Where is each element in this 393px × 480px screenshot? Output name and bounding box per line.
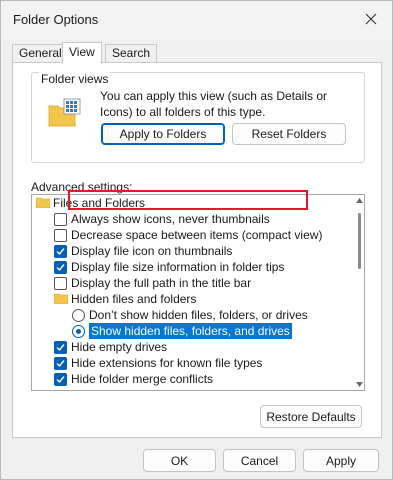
setting-label: Hidden files and folders bbox=[71, 292, 197, 306]
tree-folder: Files and Folders bbox=[32, 195, 352, 211]
setting-label: Always show icons, never thumbnails bbox=[71, 212, 270, 226]
scroll-down-icon[interactable] bbox=[356, 382, 363, 387]
tab-general[interactable]: General bbox=[12, 44, 69, 63]
setting-checkbox-row[interactable]: Always show icons, never thumbnails bbox=[32, 211, 352, 227]
setting-checkbox-row[interactable]: Hide extensions for known file types bbox=[32, 355, 352, 371]
checkbox-checked-icon[interactable] bbox=[54, 357, 67, 370]
setting-label: Display file size information in folder … bbox=[71, 260, 285, 274]
close-icon bbox=[365, 13, 377, 25]
vertical-scrollbar[interactable] bbox=[354, 195, 364, 390]
checkbox-checked-icon[interactable] bbox=[54, 245, 67, 258]
setting-label: Files and Folders bbox=[53, 196, 146, 210]
restore-defaults-button[interactable]: Restore Defaults bbox=[260, 405, 362, 428]
checkbox-icon[interactable] bbox=[54, 213, 67, 226]
folder-options-dialog: Folder Options General View Search Folde… bbox=[0, 0, 393, 480]
setting-label: Decrease space between items (compact vi… bbox=[71, 228, 323, 242]
setting-label: Display the full path in the title bar bbox=[71, 276, 252, 290]
checkbox-checked-icon[interactable] bbox=[54, 373, 67, 386]
setting-checkbox-row[interactable]: Decrease space between items (compact vi… bbox=[32, 227, 352, 243]
setting-checkbox-row[interactable]: Hide folder merge conflicts bbox=[32, 371, 352, 387]
folder-views-label: Folder views bbox=[39, 72, 111, 86]
window-title: Folder Options bbox=[13, 12, 99, 27]
dialog-footer: OK Cancel Apply bbox=[1, 442, 392, 480]
setting-radio-row[interactable]: Don’t show hidden files, folders, or dri… bbox=[32, 307, 352, 323]
setting-label: Display file icon on thumbnails bbox=[71, 244, 233, 258]
setting-checkbox-row[interactable]: Display the full path in the title bar bbox=[32, 275, 352, 291]
radio-selected-icon[interactable] bbox=[72, 325, 85, 338]
folder-icon bbox=[36, 197, 50, 208]
tree-folder: Hidden files and folders bbox=[32, 291, 352, 307]
setting-label: Don’t show hidden files, folders, or dri… bbox=[89, 308, 308, 322]
reset-folders-button[interactable]: Reset Folders bbox=[232, 123, 346, 145]
close-button[interactable] bbox=[358, 7, 384, 31]
checkbox-checked-icon[interactable] bbox=[54, 341, 67, 354]
title-bar: Folder Options bbox=[1, 1, 392, 39]
folder-icon bbox=[54, 293, 68, 304]
apply-to-folders-button[interactable]: Apply to Folders bbox=[101, 123, 225, 145]
checkbox-icon[interactable] bbox=[54, 229, 67, 242]
tab-search[interactable]: Search bbox=[105, 44, 158, 63]
scroll-up-icon[interactable] bbox=[356, 198, 363, 203]
setting-checkbox-row[interactable]: Display file icon on thumbnails bbox=[32, 243, 352, 259]
radio-icon[interactable] bbox=[72, 309, 85, 322]
apply-button[interactable]: Apply bbox=[303, 449, 379, 472]
setting-label: Hide extensions for known file types bbox=[71, 356, 263, 370]
checkbox-checked-icon[interactable] bbox=[54, 261, 67, 274]
view-tab-panel: Folder views You can apply this view (su… bbox=[12, 62, 382, 438]
setting-checkbox-row[interactable]: Display file size information in folder … bbox=[32, 259, 352, 275]
checkbox-icon[interactable] bbox=[54, 277, 67, 290]
setting-checkbox-row[interactable]: Hide empty drives bbox=[32, 339, 352, 355]
folder-views-group: Folder views You can apply this view (su… bbox=[31, 72, 365, 163]
folder-view-icon bbox=[48, 98, 81, 127]
ok-button[interactable]: OK bbox=[143, 449, 216, 472]
advanced-settings-label: Advanced settings: bbox=[31, 180, 133, 194]
setting-label: Hide folder merge conflicts bbox=[71, 372, 214, 386]
setting-label: Hide empty drives bbox=[71, 340, 168, 354]
folder-views-description: You can apply this view (such as Details… bbox=[100, 89, 328, 119]
setting-label: Show hidden files, folders, and drives bbox=[89, 323, 292, 339]
cancel-button[interactable]: Cancel bbox=[223, 449, 296, 472]
scroll-thumb[interactable] bbox=[358, 213, 361, 269]
tab-view[interactable]: View bbox=[62, 42, 102, 64]
setting-radio-row[interactable]: Show hidden files, folders, and drives bbox=[32, 323, 352, 339]
advanced-settings-list[interactable]: Files and Folders Always show icons, neve… bbox=[31, 194, 365, 391]
